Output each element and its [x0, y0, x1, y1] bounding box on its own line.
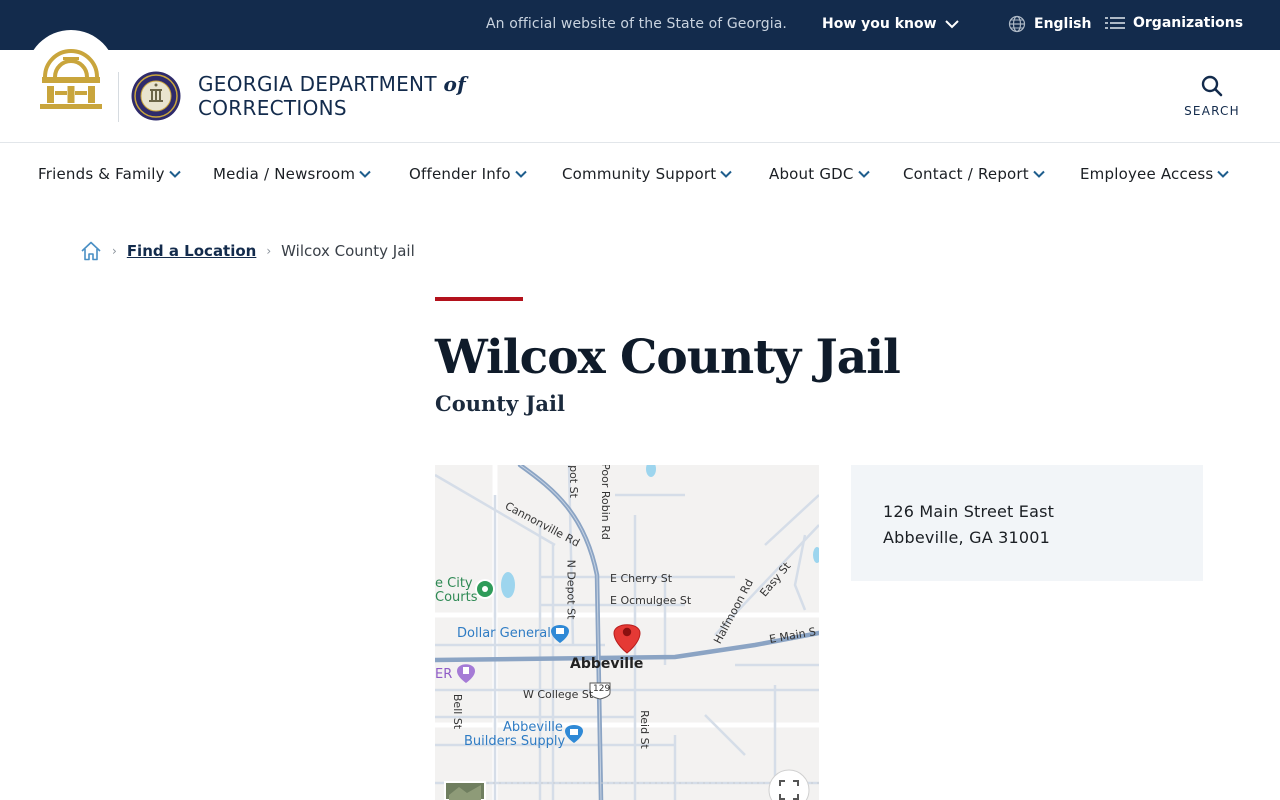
page-subtitle: County Jail [435, 391, 565, 416]
nav-label: Media / Newsroom [213, 165, 356, 183]
nav-label: Employee Access [1080, 165, 1214, 183]
chevron-down-icon [515, 170, 527, 178]
georgia-logo[interactable] [26, 30, 116, 120]
organizations-button[interactable]: Organizations [1105, 15, 1243, 31]
chevron-right-icon: › [266, 244, 272, 258]
chevron-down-icon [944, 20, 959, 29]
search-label: SEARCH [1184, 104, 1240, 118]
list-icon [1105, 17, 1125, 29]
nav-friends-family[interactable]: Friends & Family [38, 165, 181, 183]
map-label-city-courts-2: Courts [435, 590, 478, 605]
nav-label: About GDC [769, 165, 854, 183]
map-label-builders-1: Abbeville [503, 720, 563, 735]
map-label-e-ocmulgee: E Ocmulgee St [610, 594, 692, 607]
chevron-down-icon [168, 170, 181, 178]
how-you-know-button[interactable]: How you know [822, 16, 959, 32]
nav-media-newsroom[interactable]: Media / Newsroom [213, 165, 371, 183]
location-map[interactable]: Cannonville Rd Poor Robin Rd pot St N De… [435, 465, 819, 800]
map-label-dollar-general: Dollar General [457, 626, 551, 641]
nav-about-gdc[interactable]: About GDC [769, 165, 870, 183]
how-you-know-label: How you know [822, 16, 937, 32]
chevron-down-icon [1033, 170, 1045, 178]
search-icon [1201, 75, 1223, 97]
organizations-label: Organizations [1133, 15, 1244, 31]
gdc-seal-icon [131, 71, 181, 121]
chevron-down-icon [359, 170, 371, 178]
official-banner: An official website of the State of Geor… [0, 0, 1280, 50]
map-label-town: Abbeville [570, 656, 644, 672]
breadcrumb-current: Wilcox County Jail [281, 242, 415, 260]
breadcrumb: › Find a Location › Wilcox County Jail [80, 240, 415, 262]
nav-label: Friends & Family [38, 165, 165, 183]
home-icon[interactable] [80, 240, 102, 262]
title-accent-bar [435, 297, 523, 301]
nav-contact-report[interactable]: Contact / Report [903, 165, 1045, 183]
brand-of: of [443, 72, 467, 96]
official-text: An official website of the State of Geor… [486, 16, 787, 32]
nav-employee-access[interactable]: Employee Access [1080, 165, 1230, 183]
address-line2: Abbeville, GA 31001 [883, 528, 1051, 547]
main-nav: Friends & Family Media / Newsroom Offend… [0, 160, 1280, 190]
brand-line2: CORRECTIONS [198, 96, 347, 120]
chevron-down-icon [1217, 170, 1230, 178]
language-label: English [1034, 16, 1092, 32]
language-selector[interactable]: English [1008, 15, 1091, 33]
nav-label: Community Support [562, 165, 717, 183]
department-name[interactable]: GEORGIA DEPARTMENT of CORRECTIONS [198, 72, 466, 120]
map-label-route: 129 [593, 684, 611, 694]
map-label-builders-2: Builders Supply [464, 734, 566, 749]
map-label-er: ER [435, 667, 453, 682]
header-divider [118, 72, 119, 122]
map-label-bell: Bell St [451, 693, 465, 730]
map-label-n-depot: N Depot St [564, 559, 578, 620]
chevron-right-icon: › [112, 244, 117, 258]
address-line1: 126 Main Street East [883, 502, 1055, 521]
map-label-city-courts-1: e City [435, 576, 473, 591]
chevron-down-icon [857, 170, 870, 178]
nav-label: Offender Info [409, 165, 511, 183]
nav-community-support[interactable]: Community Support [562, 165, 732, 183]
map-label-poor-robin: Poor Robin Rd [598, 465, 612, 540]
map-label-e-cherry: E Cherry St [610, 572, 673, 585]
search-button[interactable]: SEARCH [1181, 74, 1243, 118]
chevron-down-icon [720, 170, 732, 178]
map-label-depot-top: pot St [566, 465, 580, 498]
globe-icon [1008, 15, 1026, 33]
capitol-arch-icon [40, 49, 102, 109]
nav-label: Contact / Report [903, 165, 1029, 183]
page-title: Wilcox County Jail [435, 330, 901, 385]
map-label-reid: Reid St [637, 710, 651, 749]
nav-offender-info[interactable]: Offender Info [409, 165, 527, 183]
breadcrumb-find-location[interactable]: Find a Location [127, 242, 257, 260]
map-label-w-college: W College St [523, 688, 594, 701]
brand-line1: GEORGIA DEPARTMENT [198, 72, 437, 96]
address-card: 126 Main Street East Abbeville, GA 31001 [851, 465, 1203, 581]
site-header: GEORGIA DEPARTMENT of CORRECTIONS SEARCH [0, 30, 1280, 143]
